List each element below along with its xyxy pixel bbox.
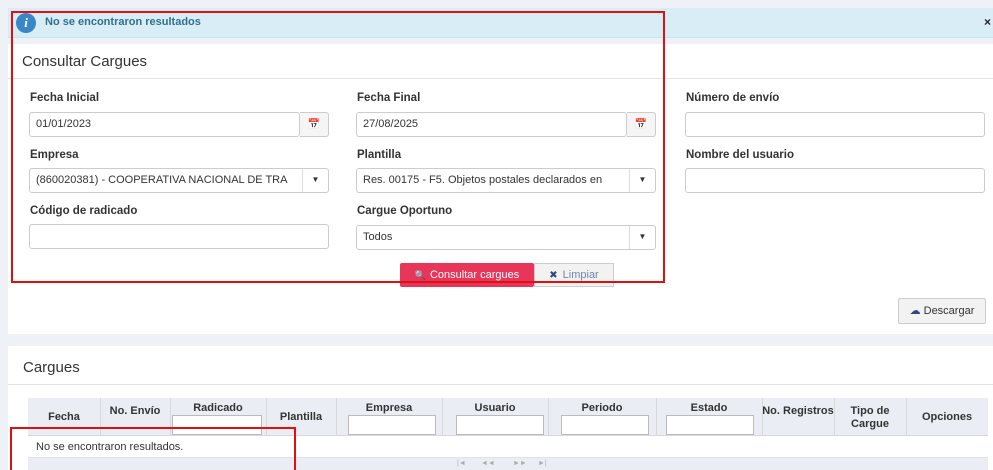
clear-icon: ✖ (549, 270, 558, 281)
calendar-icon[interactable]: 📅 (300, 112, 329, 137)
cargue-oportuno-select[interactable]: Todos ▼ (356, 225, 656, 250)
nombre-usuario-input[interactable] (685, 168, 985, 193)
first-page-icon[interactable]: |◄ (457, 460, 466, 467)
plantilla-selected-value: Res. 00175 - F5. Objetos postales declar… (363, 174, 603, 186)
col-radicado[interactable]: Radicado (170, 402, 266, 415)
table-row: No se encontraron resultados. (28, 437, 988, 458)
col-estado[interactable]: Estado (656, 402, 762, 415)
numero-envio-input[interactable] (685, 112, 985, 137)
no-results-alert: i No se encontraron resultados × (8, 8, 993, 38)
cloud-download-icon: ☁ (909, 305, 921, 317)
panel-divider (8, 78, 993, 79)
last-page-icon[interactable]: ►| (538, 460, 547, 467)
nombre-usuario-label: Nombre del usuario (686, 149, 794, 161)
empresa-selected-value: (860020381) - COOPERATIVA NACIONAL DE TR… (36, 174, 288, 186)
descargar-button[interactable]: ☁ Descargar (898, 298, 986, 324)
periodo-filter-input[interactable] (561, 415, 649, 435)
empresa-filter-input[interactable] (348, 415, 436, 435)
panel-title: Consultar Cargues (22, 53, 148, 70)
codigo-radicado-label: Código de radicado (30, 205, 138, 217)
col-fecha[interactable]: Fecha (28, 411, 100, 424)
paginator: |◄ ◄◄ ►► ►| (28, 458, 988, 470)
fecha-final-label: Fecha Final (357, 92, 421, 104)
chevron-down-icon: ▼ (629, 226, 655, 249)
plantilla-select[interactable]: Res. 00175 - F5. Objetos postales declar… (356, 168, 656, 193)
descargar-button-label: Descargar (923, 305, 975, 317)
chevron-down-icon: ▼ (629, 169, 655, 192)
radicado-filter-input[interactable] (172, 415, 262, 435)
consultar-cargues-button[interactable]: 🔍 Consultar cargues (400, 263, 534, 287)
cargue-oportuno-label: Cargue Oportuno (357, 205, 453, 217)
next-page-icon[interactable]: ►► (513, 460, 527, 467)
col-no-envio[interactable]: No. Envío (100, 405, 170, 418)
close-icon[interactable]: × (984, 15, 991, 29)
alert-message: No se encontraron resultados (45, 16, 201, 28)
col-tipo-cargue[interactable]: Tipo de Cargue (834, 405, 906, 431)
empresa-select[interactable]: (860020381) - COOPERATIVA NACIONAL DE TR… (29, 168, 329, 193)
fecha-inicial-input[interactable]: 01/01/2023 (29, 112, 300, 137)
estado-filter-input[interactable] (666, 415, 754, 435)
cargue-oportuno-selected-value: Todos (363, 231, 393, 243)
info-icon: i (16, 13, 36, 33)
col-usuario[interactable]: Usuario (442, 402, 548, 415)
prev-page-icon[interactable]: ◄◄ (481, 460, 495, 467)
col-empresa[interactable]: Empresa (336, 402, 442, 415)
cargues-divider (8, 384, 993, 385)
cargues-title: Cargues (23, 359, 80, 376)
consultar-button-label: Consultar cargues (429, 269, 520, 281)
fecha-inicial-label: Fecha Inicial (30, 92, 100, 104)
empresa-label: Empresa (30, 149, 79, 161)
numero-envio-label: Número de envío (686, 92, 780, 104)
limpiar-button[interactable]: ✖ Limpiar (534, 263, 614, 287)
limpiar-button-label: Limpiar (562, 269, 599, 281)
codigo-radicado-input[interactable] (29, 224, 329, 249)
col-no-registros[interactable]: No. Registros (762, 405, 834, 418)
col-opciones[interactable]: Opciones (906, 411, 988, 424)
usuario-filter-input[interactable] (456, 415, 544, 435)
col-plantilla[interactable]: Plantilla (266, 411, 336, 424)
chevron-down-icon: ▼ (302, 169, 328, 192)
plantilla-label: Plantilla (357, 149, 402, 161)
col-periodo[interactable]: Periodo (548, 402, 656, 415)
results-table-header: Fecha No. Envío Radicado Plantilla Empre… (28, 398, 988, 436)
fecha-final-input[interactable]: 27/08/2025 (356, 112, 627, 137)
search-icon: 🔍 (414, 270, 426, 280)
empty-message: No se encontraron resultados. (36, 441, 184, 453)
calendar-icon[interactable]: 📅 (627, 112, 656, 137)
